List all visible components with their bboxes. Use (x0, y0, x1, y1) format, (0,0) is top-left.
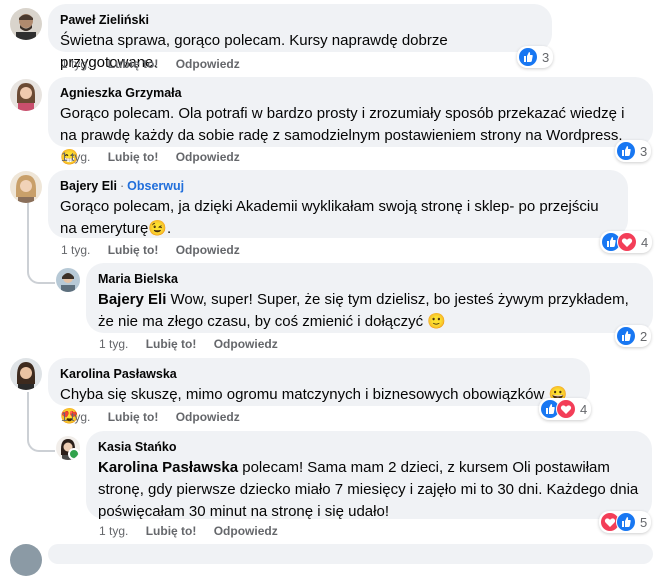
comment-time[interactable]: 1 tyg. (61, 410, 90, 424)
like-button[interactable]: Lubię to! (108, 150, 159, 164)
avatar[interactable] (10, 171, 42, 203)
avatar[interactable] (56, 436, 80, 460)
reaction-summary[interactable]: 3 (517, 46, 554, 68)
comment-bubble: Kasia Stańko Karolina Pasławska polecam!… (86, 431, 652, 520)
like-reaction-icon (616, 326, 636, 346)
like-button[interactable]: Lubię to! (146, 337, 197, 351)
reaction-summary[interactable]: 5 (599, 511, 652, 533)
reaction-count: 3 (542, 49, 550, 65)
comment-bubble: Maria Bielska Bajery Eli Wow, super! Sup… (86, 263, 653, 333)
like-button[interactable]: Lubię to! (146, 524, 197, 538)
like-reaction-icon (616, 512, 636, 532)
comment-time[interactable]: 1 tyg. (61, 57, 90, 71)
comment-author[interactable]: Agnieszka Grzymała (60, 85, 641, 101)
comment-actions: 1 tyg. Lubię to! Odpowiedz (61, 149, 254, 165)
reply-button[interactable]: Odpowiedz (176, 410, 240, 424)
comment-author[interactable]: Maria Bielska (98, 271, 641, 287)
reply-button[interactable]: Odpowiedz (176, 57, 240, 71)
reply-thread-line (27, 392, 55, 452)
avatar[interactable] (10, 79, 42, 111)
reply-button[interactable]: Odpowiedz (176, 150, 240, 164)
reaction-count: 3 (640, 143, 648, 159)
avatar[interactable] (10, 358, 42, 390)
like-reaction-icon (616, 141, 636, 161)
avatar[interactable] (56, 268, 80, 292)
avatar[interactable] (10, 8, 42, 40)
comment-bubble: Bajery Eli · Obserwuj Gorąco polecam, ja d… (48, 170, 628, 238)
comment-actions: 1 tyg. Lubię to! Odpowiedz (61, 409, 254, 425)
comment-text: Bajery Eli Wow, super! Super, że się tym… (98, 289, 641, 333)
comment-bubble: Agnieszka Grzymała Gorąco polecam. Ola p… (48, 77, 653, 166)
like-button[interactable]: Lubię to! (108, 243, 159, 257)
reaction-count: 4 (641, 234, 649, 250)
follow-button[interactable]: Obserwuj (127, 179, 184, 193)
reply-button[interactable]: Odpowiedz (214, 524, 278, 538)
comment-bubble: Paweł Zieliński Świetna sprawa, gorąco p… (48, 4, 552, 71)
comment-actions: 1 tyg. Lubię to! Odpowiedz (99, 336, 292, 352)
comment-text: Gorąco polecam, ja dzięki Akademii wykli… (60, 198, 599, 237)
comment-time[interactable]: 1 tyg. (99, 337, 128, 351)
reaction-summary[interactable]: 3 (615, 140, 652, 162)
comment-actions: 1 tyg. Lubię to! Odpowiedz (61, 56, 254, 72)
mention-link[interactable]: Bajery Eli (98, 291, 166, 308)
comment-actions: 1 tyg. Lubię to! Odpowiedz (61, 242, 254, 258)
author-name[interactable]: Bajery Eli (60, 179, 117, 193)
comment-time[interactable]: 1 tyg. (61, 150, 90, 164)
reaction-summary[interactable]: 4 (539, 398, 592, 420)
comment-body: Wow, super! Super, że się tym dzielisz, … (98, 291, 629, 330)
reaction-count: 5 (640, 514, 648, 530)
reply-button[interactable]: Odpowiedz (214, 337, 278, 351)
comment-time[interactable]: 1 tyg. (61, 243, 90, 257)
reaction-summary[interactable]: 2 (615, 325, 652, 347)
reaction-count: 2 (640, 328, 648, 344)
comment-bubble (48, 544, 653, 564)
comment-author[interactable]: Karolina Pasławska (60, 366, 578, 382)
comment-actions: 1 tyg. Lubię to! Odpowiedz (99, 523, 292, 539)
comment-text: Karolina Pasławska polecam! Sama mam 2 d… (98, 457, 640, 523)
like-button[interactable]: Lubię to! (108, 410, 159, 424)
comment-bubble: Karolina Pasławska Chyba się skuszę, mim… (48, 358, 590, 425)
reaction-summary[interactable]: 4 (600, 231, 653, 253)
like-reaction-icon (518, 47, 538, 67)
mention-link[interactable]: Karolina Pasławska (98, 459, 238, 476)
comment-author[interactable]: Paweł Zieliński (60, 12, 540, 28)
comment-author[interactable]: Kasia Stańko (98, 439, 640, 455)
love-reaction-icon (556, 399, 576, 419)
comment-author: Bajery Eli · Obserwuj (60, 179, 185, 193)
reaction-count: 4 (580, 401, 588, 417)
reply-button[interactable]: Odpowiedz (176, 243, 240, 257)
love-reaction-icon (617, 232, 637, 252)
like-button[interactable]: Lubię to! (108, 57, 159, 71)
comment-time[interactable]: 1 tyg. (99, 524, 128, 538)
online-status-dot (68, 448, 80, 460)
